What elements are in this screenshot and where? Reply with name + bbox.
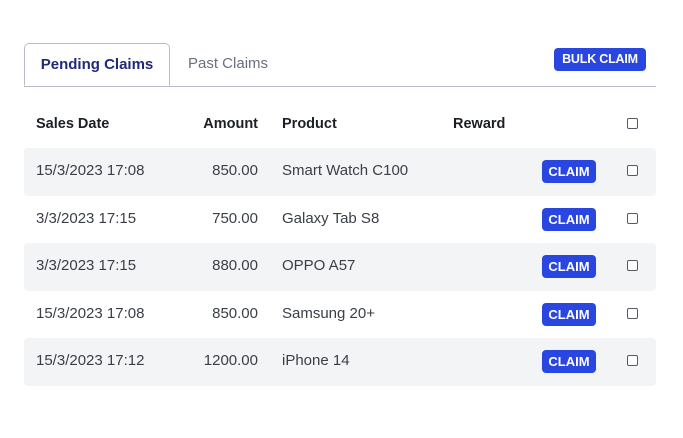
table-row: 15/3/2023 17:08 850.00 Samsung 20+ CLAIM — [24, 291, 656, 339]
tab-pending-claims[interactable]: Pending Claims — [24, 43, 170, 86]
product-cell: Galaxy Tab S8 — [282, 209, 380, 227]
row-checkbox[interactable] — [627, 212, 638, 224]
claim-button[interactable]: CLAIM — [542, 350, 596, 373]
product-cell: Smart Watch C100 — [282, 162, 409, 179]
claim-button[interactable]: CLAIM — [542, 255, 596, 278]
row-checkbox[interactable] — [627, 165, 638, 176]
amount-cell: 880.00 — [212, 257, 258, 274]
claims-table: Sales Date Amount Product Reward 15/3/20… — [24, 102, 656, 386]
amount-cell: 850.00 — [212, 304, 258, 322]
table-row: 15/3/2023 17:08 850.00 Smart Watch C100 … — [24, 148, 656, 196]
table-header-row: Sales Date Amount Product Reward — [24, 102, 656, 148]
sales-date-cell: 3/3/2023 17:15 — [36, 209, 137, 227]
header-product: Product — [282, 116, 337, 132]
row-checkbox[interactable] — [627, 307, 638, 319]
bulk-claim-button[interactable]: BULK CLAIM — [554, 48, 646, 71]
header-reward: Reward — [453, 116, 506, 132]
product-cell: iPhone 14 — [282, 352, 350, 369]
tab-past-claims[interactable]: Past Claims — [188, 43, 268, 85]
claim-button[interactable]: CLAIM — [542, 160, 596, 183]
amount-cell: 1200.00 — [203, 352, 258, 369]
table-row: 3/3/2023 17:15 750.00 Galaxy Tab S8 CLAI… — [24, 196, 656, 244]
table-row: 3/3/2023 17:15 880.00 OPPO A57 CLAIM — [24, 243, 656, 291]
product-cell: OPPO A57 — [282, 257, 356, 274]
header-amount: Amount — [203, 116, 258, 132]
claim-button[interactable]: CLAIM — [542, 302, 596, 326]
table-row: 15/3/2023 17:12 1200.00 iPhone 14 CLAIM — [24, 338, 656, 386]
product-cell: Samsung 20+ — [282, 304, 375, 322]
amount-cell: 850.00 — [212, 162, 258, 179]
select-all-checkbox[interactable] — [627, 118, 638, 129]
sales-date-cell: 15/3/2023 17:08 — [36, 162, 145, 179]
amount-cell: 750.00 — [212, 209, 258, 227]
header-sales-date: Sales Date — [36, 116, 110, 132]
row-checkbox[interactable] — [627, 355, 638, 366]
row-checkbox[interactable] — [627, 260, 638, 271]
claim-button[interactable]: CLAIM — [542, 207, 596, 231]
sales-date-cell: 3/3/2023 17:15 — [36, 257, 137, 274]
sales-date-cell: 15/3/2023 17:12 — [36, 352, 145, 369]
sales-date-cell: 15/3/2023 17:08 — [36, 304, 145, 322]
